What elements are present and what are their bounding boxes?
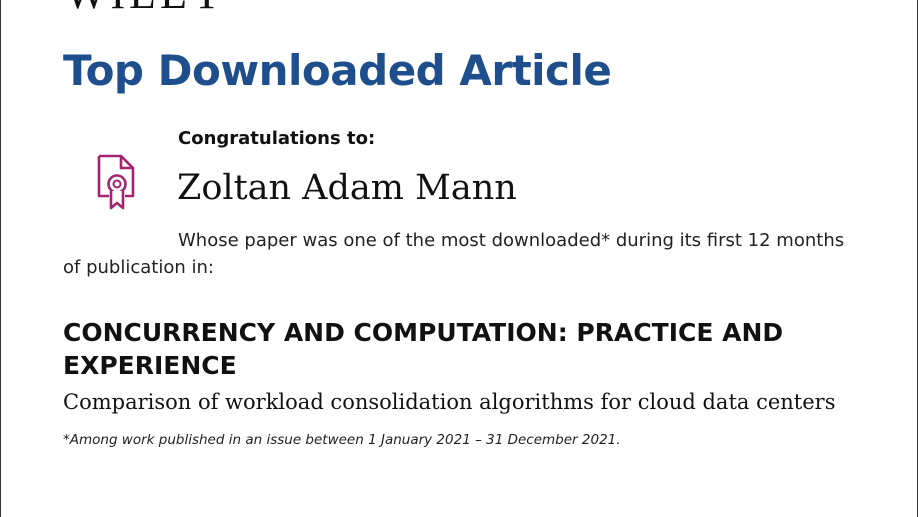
certificate-icon (97, 154, 135, 210)
recipient-name: Zoltan Adam Mann (177, 168, 517, 208)
award-description: Whose paper was one of the most download… (63, 230, 845, 278)
congratulations-label: Congratulations to: (178, 128, 376, 149)
certificate-title: Top Downloaded Article (63, 46, 612, 95)
certificate-page: WILEY Top Downloaded Article Congratulat… (0, 0, 918, 517)
wiley-logo: WILEY (65, 0, 227, 16)
footnote: *Among work published in an issue betwee… (63, 432, 621, 448)
journal-name: CONCURRENCY AND COMPUTATION: PRACTICE AN… (63, 318, 784, 380)
paper-title: Comparison of workload consolidation alg… (63, 390, 836, 414)
